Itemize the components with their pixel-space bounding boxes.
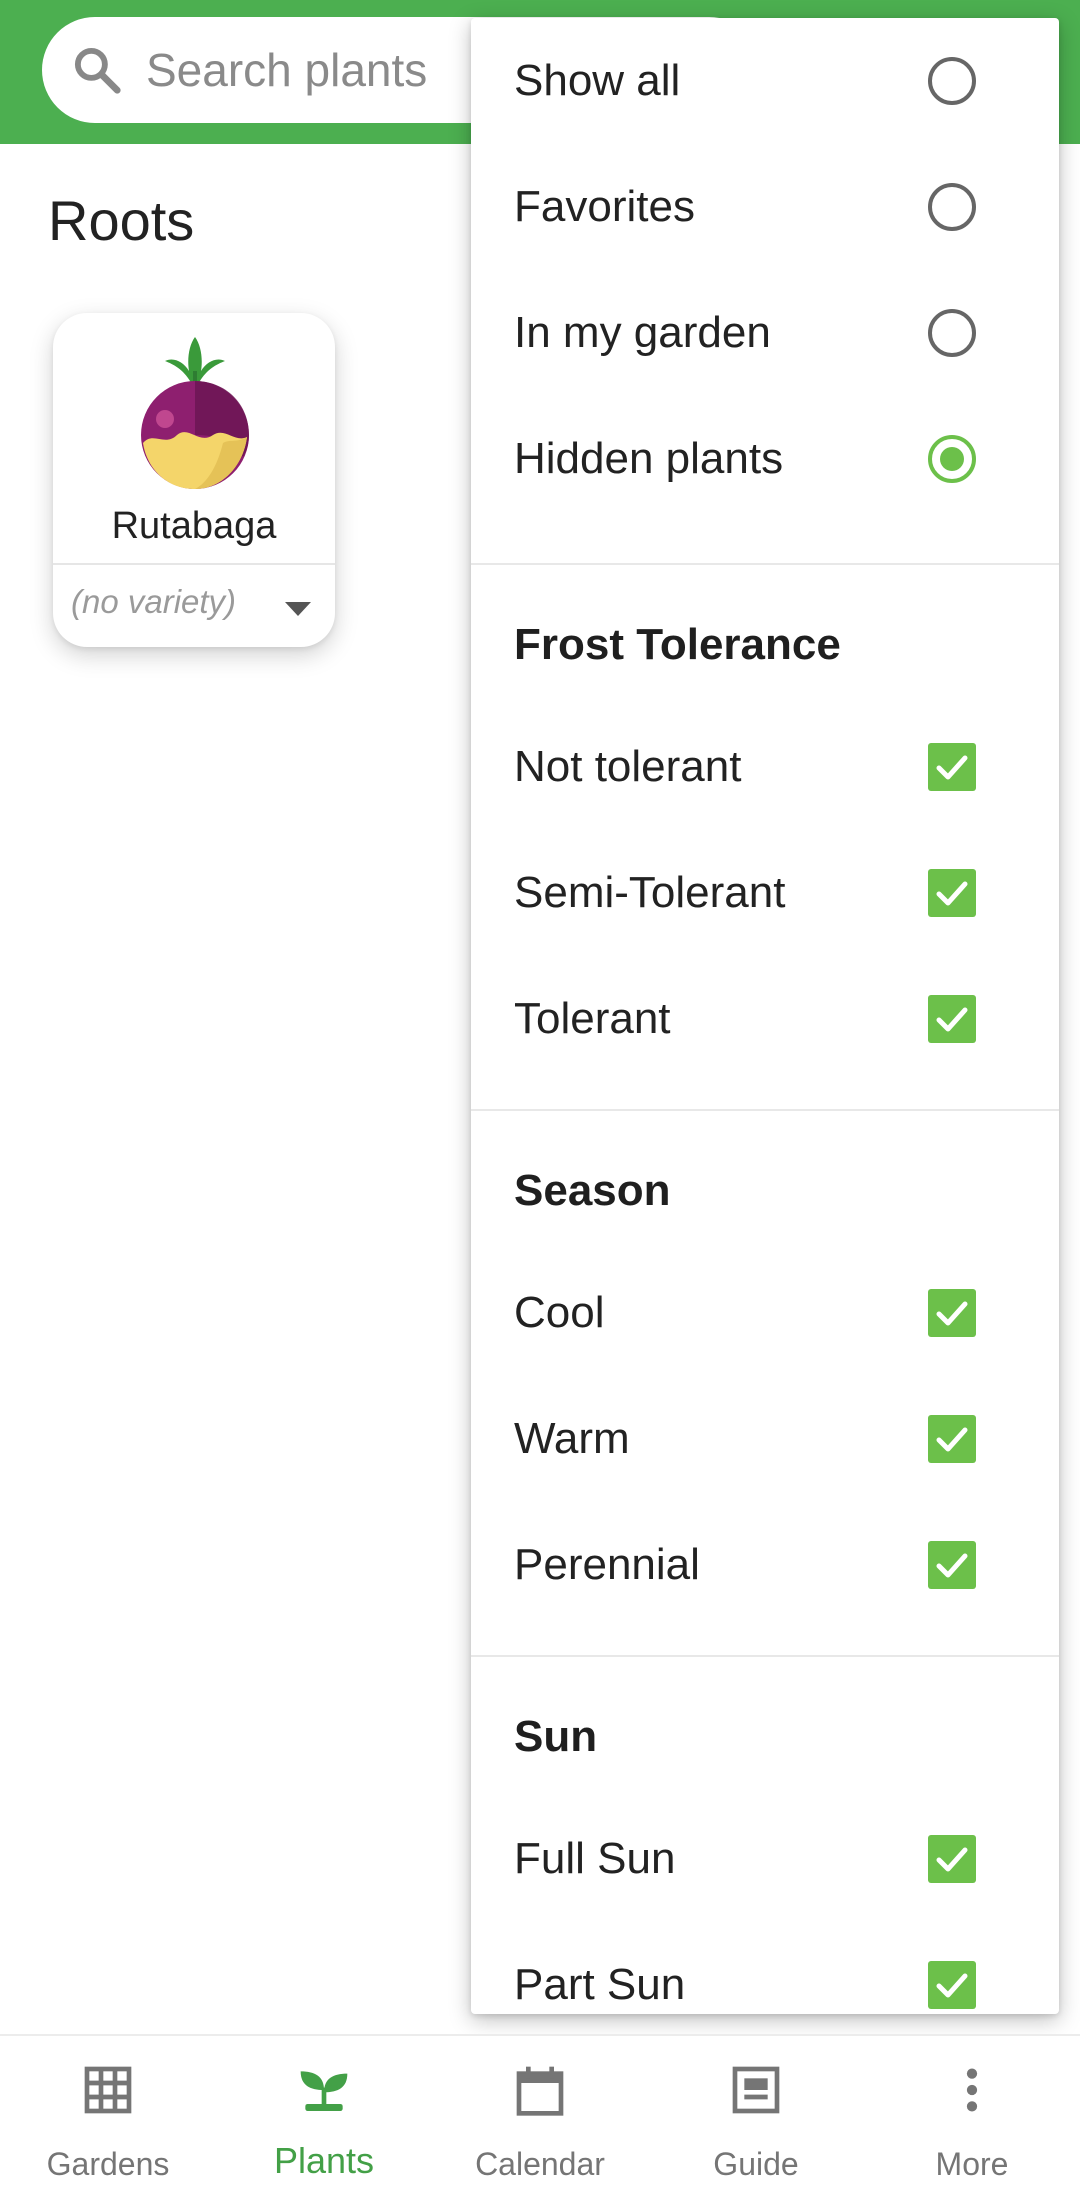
check-icon xyxy=(928,869,976,917)
menu-item-perennial[interactable]: Perennial xyxy=(471,1502,1059,1628)
menu-divider xyxy=(471,1655,1059,1657)
checkbox-full-sun[interactable] xyxy=(926,1833,978,1885)
menu-item-label: Not tolerant xyxy=(514,742,742,791)
menu-item-label: Perennial xyxy=(514,1540,700,1589)
menu-item-show-all[interactable]: Show all xyxy=(471,18,1059,144)
menu-item-label: Show all xyxy=(514,56,681,105)
more-vert-icon xyxy=(966,2068,978,2112)
grid-icon xyxy=(84,2066,132,2114)
checkbox-tolerant[interactable] xyxy=(926,993,978,1045)
menu-item-full-sun[interactable]: Full Sun xyxy=(471,1796,1059,1922)
nav-plants[interactable]: Plants xyxy=(216,2036,432,2189)
season-header: Season xyxy=(514,1166,671,1215)
menu-item-label: Warm xyxy=(514,1414,630,1463)
check-icon xyxy=(928,1835,976,1883)
nav-guide[interactable]: Guide xyxy=(648,2036,864,2189)
menu-item-favorites[interactable]: Favorites xyxy=(471,144,1059,270)
radio-show-all[interactable] xyxy=(926,55,978,107)
card-divider xyxy=(53,563,335,565)
radio-hidden-plants[interactable] xyxy=(926,433,978,485)
check-icon xyxy=(928,995,976,1043)
variety-selector[interactable]: (no variety) xyxy=(71,583,236,621)
section-title: Roots xyxy=(48,189,195,252)
menu-item-part-sun[interactable]: Part Sun xyxy=(471,1922,1059,2014)
guide-icon xyxy=(732,2066,780,2114)
menu-divider xyxy=(471,1109,1059,1111)
menu-item-label: Favorites xyxy=(514,182,695,231)
check-icon xyxy=(928,1415,976,1463)
checkbox-not-tolerant[interactable] xyxy=(926,741,978,793)
nav-label: Calendar xyxy=(475,2146,605,2182)
menu-item-label: In my garden xyxy=(514,308,771,357)
checkbox-cool[interactable] xyxy=(926,1287,978,1339)
menu-item-not-tolerant[interactable]: Not tolerant xyxy=(471,704,1059,830)
calendar-icon xyxy=(516,2066,564,2116)
plant-card[interactable]: Rutabaga (no variety) xyxy=(53,313,335,647)
filter-menu: Show all Favorites In my garden Hidden p… xyxy=(471,18,1059,2014)
checkbox-part-sun[interactable] xyxy=(926,1959,978,2011)
menu-divider xyxy=(471,563,1059,565)
menu-item-in-my-garden[interactable]: In my garden xyxy=(471,270,1059,396)
radio-in-my-garden[interactable] xyxy=(926,307,978,359)
nav-label: Plants xyxy=(273,2140,375,2181)
menu-item-hidden-plants[interactable]: Hidden plants xyxy=(471,396,1059,522)
checkbox-warm[interactable] xyxy=(926,1413,978,1465)
sun-header: Sun xyxy=(514,1712,598,1761)
menu-item-warm[interactable]: Warm xyxy=(471,1376,1059,1502)
radio-favorites[interactable] xyxy=(926,181,978,233)
menu-item-label: Semi-Tolerant xyxy=(514,868,786,917)
nav-label: Gardens xyxy=(46,2146,170,2182)
menu-item-cool[interactable]: Cool xyxy=(471,1250,1059,1376)
bottom-navigation: Gardens Plants Calendar Guide More xyxy=(0,2034,1080,2189)
checkbox-semi-tolerant[interactable] xyxy=(926,867,978,919)
menu-item-label: Tolerant xyxy=(514,994,671,1043)
menu-item-label: Cool xyxy=(514,1288,605,1337)
nav-calendar[interactable]: Calendar xyxy=(432,2036,648,2189)
nav-gardens[interactable]: Gardens xyxy=(0,2036,216,2189)
check-icon xyxy=(928,1961,976,2009)
sprout-icon xyxy=(300,2071,348,2111)
check-icon xyxy=(928,1541,976,1589)
menu-item-tolerant[interactable]: Tolerant xyxy=(471,956,1059,1082)
nav-label: Guide xyxy=(713,2146,799,2182)
nav-label: More xyxy=(935,2146,1009,2182)
rutabaga-icon xyxy=(141,337,249,489)
check-icon xyxy=(928,743,976,791)
search-icon xyxy=(74,47,121,94)
check-icon xyxy=(928,1289,976,1337)
checkbox-perennial[interactable] xyxy=(926,1539,978,1591)
dropdown-arrow-icon[interactable] xyxy=(283,600,313,618)
plant-name: Rutabaga xyxy=(111,505,277,547)
menu-item-label: Full Sun xyxy=(514,1834,676,1883)
menu-item-semi-tolerant[interactable]: Semi-Tolerant xyxy=(471,830,1059,956)
menu-item-label: Hidden plants xyxy=(514,434,784,483)
nav-more[interactable]: More xyxy=(864,2036,1080,2189)
menu-item-label: Part Sun xyxy=(514,1960,686,2009)
frost-tolerance-header: Frost Tolerance xyxy=(514,620,841,669)
